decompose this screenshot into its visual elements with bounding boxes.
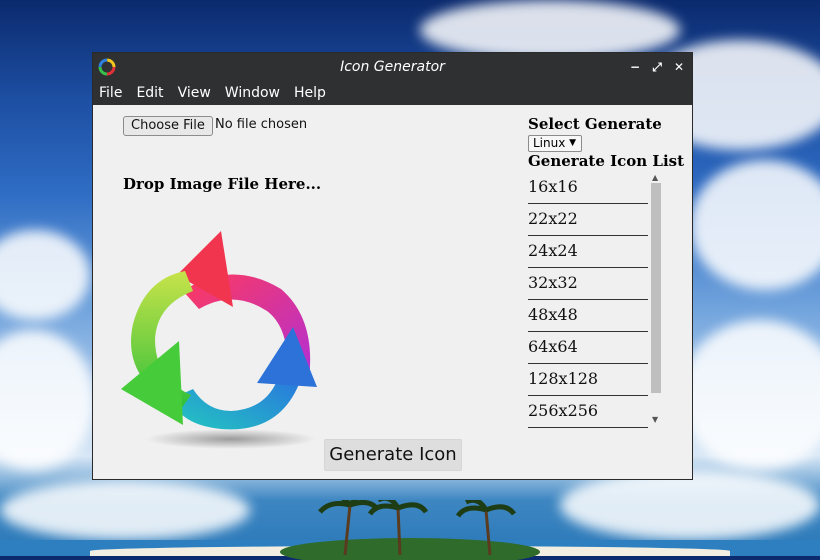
menu-edit[interactable]: Edit	[136, 85, 163, 101]
list-item[interactable]: 64x64	[528, 333, 648, 364]
minimize-icon[interactable]: −	[628, 60, 642, 74]
drop-zone-label: Drop Image File Here...	[123, 175, 322, 193]
window-title: Icon Generator	[340, 59, 445, 75]
choose-file-button[interactable]: Choose File	[123, 116, 213, 136]
menu-file[interactable]: File	[99, 85, 122, 101]
refresh-arrows-icon[interactable]	[121, 229, 326, 449]
title-bar[interactable]: Icon Generator − ⤢ ✕	[93, 53, 692, 81]
palm-island	[280, 500, 540, 560]
list-item[interactable]: 256x256	[528, 397, 648, 428]
list-scrollbar[interactable]: ▲ ▼	[650, 173, 662, 479]
chevron-down-icon: ▼	[569, 138, 576, 148]
list-item[interactable]: 16x16	[528, 173, 648, 204]
generate-icon-button[interactable]: Generate Icon	[324, 439, 462, 471]
list-item[interactable]: 22x22	[528, 205, 648, 236]
list-item[interactable]: 24x24	[528, 237, 648, 268]
scroll-up-icon[interactable]: ▲	[652, 173, 658, 182]
menu-window[interactable]: Window	[225, 85, 280, 101]
scrollbar-thumb[interactable]	[651, 183, 661, 393]
scroll-down-icon[interactable]: ▼	[652, 415, 658, 424]
main-content: Choose File No file chosen Drop Image Fi…	[93, 105, 692, 479]
platform-select-value: Linux	[533, 136, 566, 150]
file-status: No file chosen	[215, 117, 308, 132]
maximize-icon[interactable]: ⤢	[650, 60, 664, 74]
menu-help[interactable]: Help	[294, 85, 326, 101]
menu-view[interactable]: View	[178, 85, 211, 101]
list-item[interactable]: 48x48	[528, 301, 648, 332]
icon-size-list[interactable]: 16x16 22x22 24x24 32x32 48x48 64x64 128x…	[528, 173, 648, 479]
app-logo-icon	[98, 58, 116, 76]
list-item[interactable]: 128x128	[528, 365, 648, 396]
menu-bar: File Edit View Window Help	[93, 81, 692, 105]
select-generate-label: Select Generate	[528, 115, 662, 133]
close-icon[interactable]: ✕	[672, 60, 686, 74]
icon-list-label: Generate Icon List	[528, 152, 685, 170]
list-item[interactable]: 32x32	[528, 269, 648, 300]
platform-select[interactable]: Linux ▼	[528, 135, 582, 152]
app-window: Icon Generator − ⤢ ✕ File Edit View Wind…	[92, 52, 693, 480]
